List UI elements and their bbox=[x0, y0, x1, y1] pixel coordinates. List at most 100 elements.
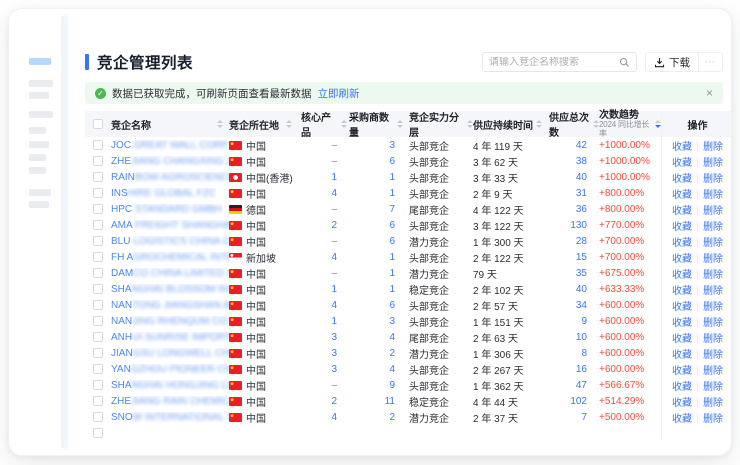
favorite-button[interactable]: 收藏 bbox=[672, 314, 692, 329]
company-name-link[interactable]: AMA FREIGHT SHANGHAI CO LTD bbox=[111, 220, 229, 231]
header-supply-duration[interactable]: 供应持续时间 bbox=[473, 111, 547, 137]
favorite-button[interactable]: 收藏 bbox=[672, 138, 692, 153]
favorite-button[interactable]: 收藏 bbox=[672, 410, 692, 425]
supply-total-link[interactable]: 15 bbox=[547, 249, 599, 265]
more-options-icon[interactable]: ⋯ bbox=[698, 53, 722, 71]
company-name-link[interactable]: ZHEJIANG CHANGXING ZHENGSH... bbox=[111, 156, 229, 167]
delete-button[interactable]: 删除 bbox=[703, 202, 723, 217]
supply-total-link[interactable]: 36 bbox=[547, 201, 599, 217]
delete-button[interactable]: 删除 bbox=[703, 186, 723, 201]
favorite-button[interactable]: 收藏 bbox=[672, 330, 692, 345]
favorite-button[interactable]: 收藏 bbox=[672, 186, 692, 201]
sidebar-item-placeholder[interactable] bbox=[29, 141, 49, 148]
sidebar-item-placeholder[interactable] bbox=[29, 127, 46, 134]
sidebar-item-placeholder[interactable] bbox=[29, 92, 49, 99]
buyer-count-link[interactable]: 2 bbox=[347, 345, 403, 361]
sidebar-item-placeholder[interactable] bbox=[29, 80, 53, 87]
row-checkbox[interactable] bbox=[93, 316, 103, 326]
delete-button[interactable]: 删除 bbox=[703, 154, 723, 169]
favorite-button[interactable]: 收藏 bbox=[672, 266, 692, 281]
favorite-button[interactable]: 收藏 bbox=[672, 394, 692, 409]
header-supply-total[interactable]: 供应总次数 bbox=[547, 111, 599, 137]
sidebar-item-placeholder[interactable] bbox=[29, 189, 51, 196]
company-name-link[interactable]: RAINBOW AGROSCIENCES E CO ... bbox=[111, 172, 229, 183]
buyer-count-link[interactable]: 2 bbox=[347, 409, 403, 425]
header-location[interactable]: 竞企所在地 bbox=[229, 111, 299, 137]
sidebar-item-placeholder[interactable] bbox=[29, 154, 46, 161]
row-checkbox[interactable] bbox=[93, 428, 103, 438]
company-name-link[interactable]: YANGZHOU PIONEER CHEMICAL ... bbox=[111, 364, 229, 375]
row-checkbox[interactable] bbox=[93, 252, 103, 262]
delete-button[interactable]: 删除 bbox=[703, 138, 723, 153]
supply-total-link[interactable]: 42 bbox=[547, 137, 599, 153]
buyer-count-link[interactable]: 1 bbox=[347, 281, 403, 297]
company-name-link[interactable]: JOC GREAT WALL CORP bbox=[111, 140, 228, 151]
row-checkbox[interactable] bbox=[93, 156, 103, 166]
company-name-link[interactable]: HPC STANDARD GMBH bbox=[111, 204, 222, 215]
header-name[interactable]: 竞企名称 bbox=[111, 111, 229, 137]
company-name-link[interactable]: ANHUI SUNRISE IMPORT AND EXP... bbox=[111, 332, 229, 343]
supply-total-link[interactable]: 16 bbox=[547, 361, 599, 377]
supply-total-link[interactable]: 40 bbox=[547, 169, 599, 185]
favorite-button[interactable]: 收藏 bbox=[672, 346, 692, 361]
sidebar-item-placeholder[interactable] bbox=[29, 201, 49, 208]
row-checkbox[interactable] bbox=[93, 140, 103, 150]
company-name-link[interactable]: BLU LOGISTICS CHINA CO LTD bbox=[111, 236, 229, 247]
supply-total-link[interactable]: 9 bbox=[547, 313, 599, 329]
select-all-checkbox[interactable] bbox=[93, 119, 103, 129]
row-checkbox[interactable] bbox=[93, 268, 103, 278]
supply-total-link[interactable]: 40 bbox=[547, 281, 599, 297]
delete-button[interactable]: 删除 bbox=[703, 346, 723, 361]
company-name-link[interactable]: INSHIRE GLOBAL FZC bbox=[111, 188, 216, 199]
favorite-button[interactable]: 收藏 bbox=[672, 154, 692, 169]
delete-button[interactable]: 删除 bbox=[703, 298, 723, 313]
buyer-count-link[interactable]: 11 bbox=[347, 393, 403, 409]
refresh-now-link[interactable]: 立即刷新 bbox=[318, 86, 360, 101]
supply-total-link[interactable]: 34 bbox=[547, 297, 599, 313]
row-checkbox[interactable] bbox=[93, 332, 103, 342]
buyer-count-link[interactable]: 1 bbox=[347, 185, 403, 201]
buyer-count-link[interactable]: 6 bbox=[347, 153, 403, 169]
row-checkbox[interactable] bbox=[93, 188, 103, 198]
buyer-count-link[interactable]: 6 bbox=[347, 233, 403, 249]
supply-total-link[interactable]: 35 bbox=[547, 265, 599, 281]
favorite-button[interactable]: 收藏 bbox=[672, 250, 692, 265]
favorite-button[interactable]: 收藏 bbox=[672, 234, 692, 249]
company-name-link[interactable]: SNOW INTERNATIONAL TRADING ... bbox=[111, 412, 229, 423]
buyer-count-link[interactable]: 9 bbox=[347, 377, 403, 393]
delete-button[interactable]: 删除 bbox=[703, 282, 723, 297]
buyer-count-link[interactable]: 7 bbox=[347, 201, 403, 217]
delete-button[interactable]: 删除 bbox=[703, 410, 723, 425]
row-checkbox[interactable] bbox=[93, 220, 103, 230]
sidebar-item-active[interactable] bbox=[29, 58, 51, 65]
supply-total-link[interactable]: 7 bbox=[547, 409, 599, 425]
buyer-count-link[interactable]: 4 bbox=[347, 329, 403, 345]
supply-total-link[interactable] bbox=[547, 425, 599, 441]
supply-total-link[interactable]: 31 bbox=[547, 185, 599, 201]
buyer-count-link[interactable]: 1 bbox=[347, 169, 403, 185]
sort-icon[interactable] bbox=[217, 120, 223, 128]
favorite-button[interactable]: 收藏 bbox=[672, 218, 692, 233]
download-button[interactable]: 下载 bbox=[646, 53, 698, 71]
favorite-button[interactable]: 收藏 bbox=[672, 282, 692, 297]
buyer-count-link[interactable]: 1 bbox=[347, 249, 403, 265]
favorite-button[interactable]: 收藏 bbox=[672, 378, 692, 393]
row-checkbox[interactable] bbox=[93, 204, 103, 214]
delete-button[interactable]: 删除 bbox=[703, 330, 723, 345]
sidebar-item-placeholder[interactable] bbox=[29, 167, 46, 174]
row-checkbox[interactable] bbox=[93, 380, 103, 390]
buyer-count-link[interactable]: 3 bbox=[347, 313, 403, 329]
company-name-link[interactable]: SHANGHAI HONGJING LOGITSTI... bbox=[111, 380, 229, 391]
row-checkbox[interactable] bbox=[93, 172, 103, 182]
row-checkbox[interactable] bbox=[93, 364, 103, 374]
delete-button[interactable]: 删除 bbox=[703, 266, 723, 281]
delete-button[interactable]: 删除 bbox=[703, 218, 723, 233]
search-input[interactable] bbox=[489, 57, 619, 68]
favorite-button[interactable]: 收藏 bbox=[672, 170, 692, 185]
supply-total-link[interactable]: 130 bbox=[547, 217, 599, 233]
delete-button[interactable]: 删除 bbox=[703, 170, 723, 185]
supply-total-link[interactable]: 28 bbox=[547, 233, 599, 249]
header-core-products[interactable]: 核心产品 bbox=[299, 111, 347, 137]
delete-button[interactable]: 删除 bbox=[703, 234, 723, 249]
supply-total-link[interactable]: 47 bbox=[547, 377, 599, 393]
